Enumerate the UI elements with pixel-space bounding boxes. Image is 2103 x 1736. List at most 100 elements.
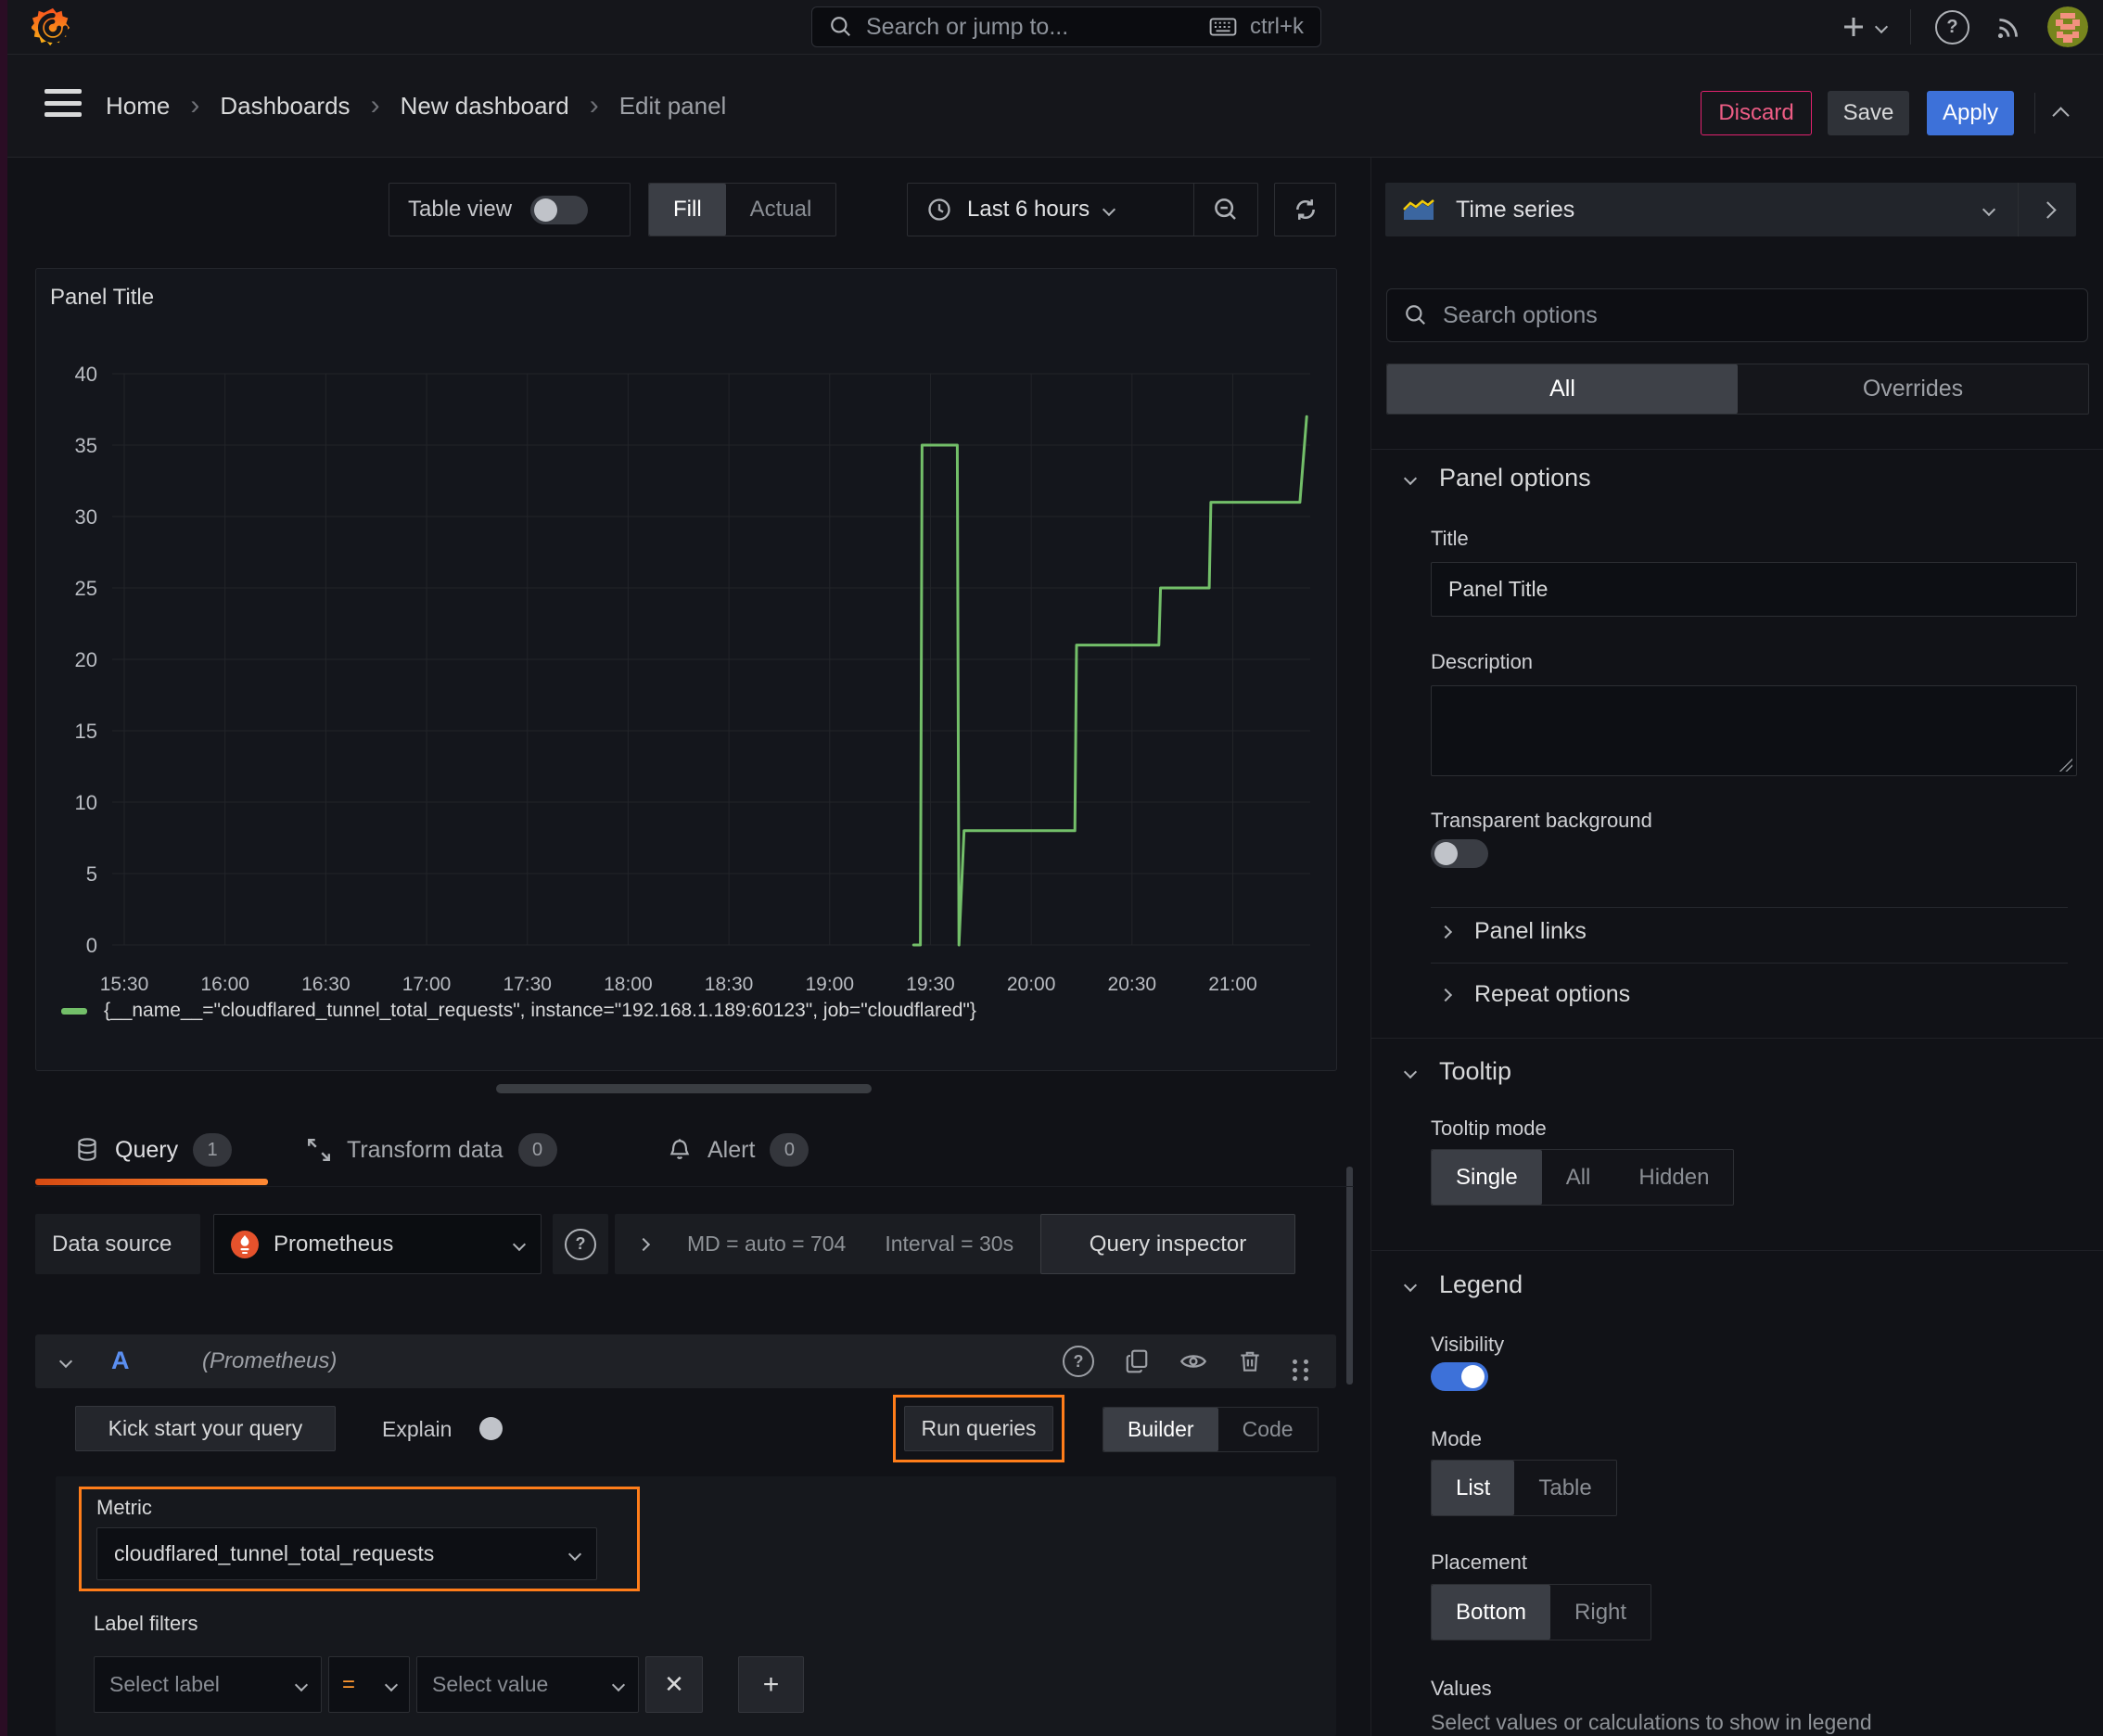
tooltip-mode-hidden[interactable]: Hidden — [1614, 1150, 1733, 1205]
resize-handle-icon[interactable] — [2058, 757, 2072, 772]
viz-type-label: Time series — [1456, 196, 1575, 223]
legend-header: Legend — [1439, 1270, 1523, 1298]
panel-links-section[interactable]: Panel links — [1438, 918, 1587, 945]
tab-overrides[interactable]: Overrides — [1738, 364, 2088, 414]
svg-text:16:30: 16:30 — [301, 974, 350, 995]
repeat-options-label: Repeat options — [1474, 981, 1631, 1007]
query-datasource-hint: (Prometheus) — [202, 1348, 338, 1373]
collapse-pane-button[interactable] — [2019, 200, 2076, 219]
menu-icon[interactable] — [45, 89, 82, 117]
placement-right[interactable]: Right — [1550, 1585, 1651, 1640]
datasource-help-button[interactable]: ? — [553, 1214, 608, 1274]
keyboard-icon — [1209, 14, 1237, 40]
close-icon: ✕ — [664, 1670, 684, 1698]
legend-visibility-toggle[interactable] — [1431, 1362, 1488, 1391]
tab-transform-data[interactable]: Transform data 0 — [306, 1120, 557, 1180]
chevron-down-icon — [384, 1678, 399, 1691]
chevron-down-icon — [611, 1678, 626, 1691]
scrollbar[interactable] — [1346, 1167, 1353, 1385]
actual-option[interactable]: Actual — [726, 184, 836, 236]
zoom-out-icon[interactable] — [1194, 196, 1257, 223]
legend-section[interactable]: Legend — [1403, 1270, 1523, 1299]
add-filter-button[interactable]: + — [738, 1656, 804, 1713]
divider — [1431, 963, 2068, 964]
svg-text:19:30: 19:30 — [906, 974, 955, 995]
global-search-input[interactable]: Search or jump to... ctrl+k — [811, 6, 1321, 47]
tab-query[interactable]: Query 1 — [74, 1120, 233, 1180]
select-label-dropdown[interactable]: Select label — [94, 1656, 322, 1713]
grafana-edit-panel-screen: Search or jump to... ctrl+k ? Home › Das… — [0, 0, 2103, 1736]
chevron-down-icon — [1982, 202, 1996, 217]
label-filter-row: Select label = Select value ✕ + — [94, 1656, 804, 1713]
timeseries-icon — [1402, 198, 1435, 222]
panel-links-label: Panel links — [1474, 918, 1587, 944]
tooltip-mode-all[interactable]: All — [1542, 1150, 1615, 1205]
query-row-header[interactable]: A (Prometheus) ? — [35, 1334, 1336, 1388]
chevron-down-icon — [567, 1547, 582, 1561]
description-textarea[interactable] — [1431, 685, 2077, 776]
tab-alert[interactable]: Alert 0 — [667, 1120, 809, 1180]
svg-text:30: 30 — [75, 505, 97, 529]
metric-value: cloudflared_tunnel_total_requests — [114, 1541, 435, 1565]
remove-filter-button[interactable]: ✕ — [645, 1656, 703, 1713]
tooltip-section[interactable]: Tooltip — [1403, 1057, 1512, 1086]
trash-icon[interactable] — [1237, 1348, 1263, 1374]
refresh-icon — [1292, 196, 1319, 223]
kick-start-query-button[interactable]: Kick start your query — [75, 1406, 336, 1451]
svg-text:25: 25 — [75, 577, 97, 600]
placement-bottom[interactable]: Bottom — [1432, 1585, 1551, 1640]
timeseries-chart: 15:30 16:00 16:30 17:00 17:30 18:00 18:30 19:00… — [75, 363, 1310, 995]
time-range-picker[interactable]: Last 6 hours — [908, 197, 1193, 223]
table-view-control: Table view — [389, 183, 631, 236]
builder-option[interactable]: Builder — [1103, 1408, 1218, 1451]
table-view-toggle[interactable] — [530, 195, 589, 224]
refresh-button[interactable] — [1274, 183, 1336, 236]
tooltip-mode-single[interactable]: Single — [1432, 1150, 1542, 1205]
help-icon[interactable]: ? — [1935, 9, 1969, 45]
duplicate-icon[interactable] — [1124, 1348, 1150, 1374]
chart-legend[interactable]: {__name__="cloudflared_tunnel_total_requ… — [61, 1000, 976, 1022]
discard-button[interactable]: Discard — [1701, 91, 1812, 135]
help-icon[interactable]: ? — [1063, 1346, 1094, 1377]
user-avatar[interactable] — [2047, 6, 2088, 47]
query-inspector-button[interactable]: Query inspector — [1040, 1214, 1295, 1274]
tooltip-mode-switch: Single All Hidden — [1431, 1149, 1735, 1206]
fill-actual-switch: Fill Actual — [648, 183, 837, 236]
operator-dropdown[interactable]: = — [328, 1656, 410, 1713]
new-menu-button[interactable] — [1840, 13, 1889, 41]
legend-mode-table[interactable]: Table — [1514, 1461, 1615, 1515]
svg-text:20: 20 — [75, 648, 97, 671]
active-tab-underline — [35, 1179, 268, 1185]
svg-text:5: 5 — [86, 862, 97, 886]
run-queries-button[interactable]: Run queries — [904, 1406, 1053, 1451]
select-value-placeholder: Select value — [432, 1672, 549, 1696]
repeat-options-section[interactable]: Repeat options — [1438, 981, 1631, 1008]
panel-title-input[interactable]: Panel Title — [1431, 562, 2077, 617]
apply-button[interactable]: Apply — [1927, 91, 2014, 135]
breadcrumb-new-dashboard[interactable]: New dashboard — [401, 92, 569, 121]
breadcrumb-dashboards[interactable]: Dashboards — [220, 92, 350, 121]
select-value-dropdown[interactable]: Select value — [416, 1656, 639, 1713]
drag-handle-icon[interactable] — [1293, 1359, 1297, 1364]
panel-resize-handle[interactable] — [496, 1084, 872, 1093]
code-option[interactable]: Code — [1218, 1408, 1318, 1451]
data-source-picker[interactable]: Prometheus — [213, 1214, 542, 1274]
visualization-picker[interactable]: Time series — [1385, 183, 2076, 236]
legend-mode-list[interactable]: List — [1432, 1461, 1515, 1515]
breadcrumb-edit-panel: Edit panel — [618, 91, 727, 120]
transparent-background-toggle[interactable] — [1431, 839, 1488, 868]
tab-query-label: Query — [115, 1136, 179, 1163]
metric-select[interactable]: cloudflared_tunnel_total_requests — [96, 1527, 597, 1580]
fill-option[interactable]: Fill — [649, 184, 726, 236]
breadcrumb-home[interactable]: Home — [106, 92, 170, 121]
chart-panel[interactable]: 15:30 16:00 16:30 17:00 17:30 18:00 18:30 19:00… — [35, 268, 1337, 1071]
tooltip-header: Tooltip — [1439, 1057, 1512, 1085]
panel-options-section[interactable]: Panel options — [1403, 464, 1591, 492]
search-options-input[interactable]: Search options — [1386, 288, 2088, 342]
grafana-logo-icon[interactable] — [32, 6, 74, 49]
tab-all[interactable]: All — [1387, 364, 1738, 414]
divider — [1910, 9, 1911, 45]
eye-icon[interactable] — [1179, 1347, 1207, 1375]
news-rss-icon[interactable] — [1994, 12, 2023, 42]
save-button[interactable]: Save — [1828, 91, 1909, 135]
